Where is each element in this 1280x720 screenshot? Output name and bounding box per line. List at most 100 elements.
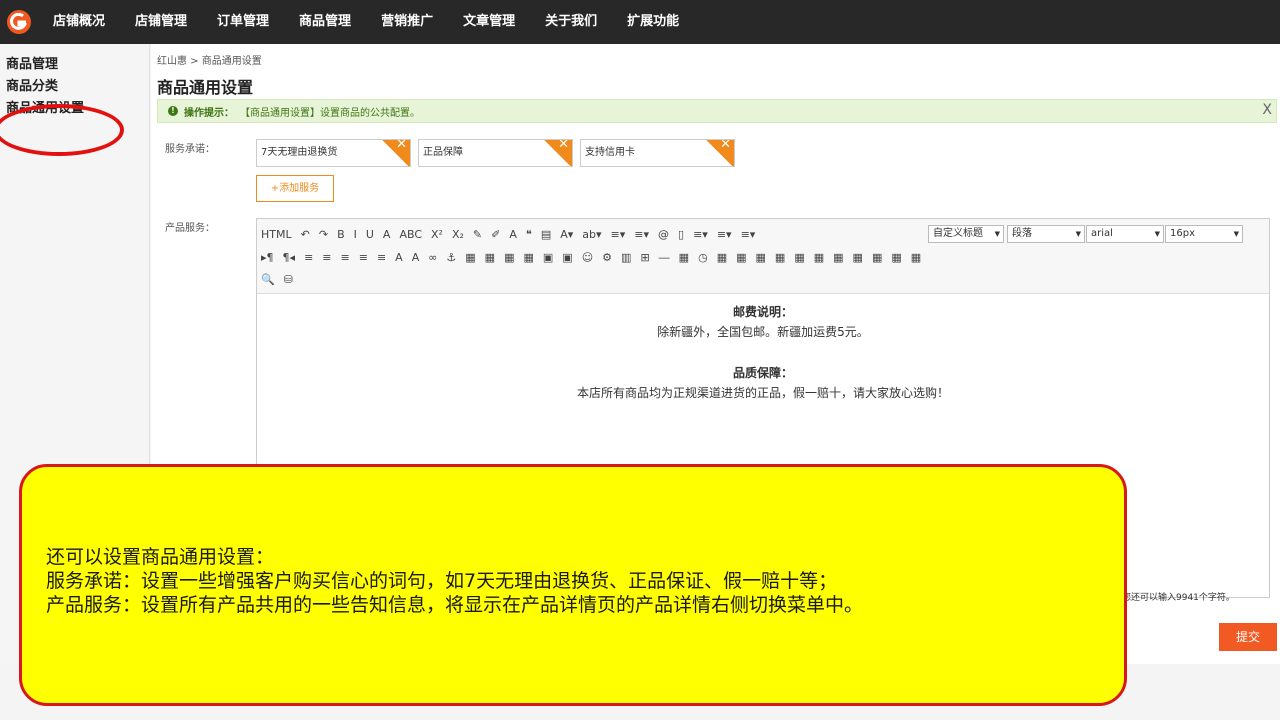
content-paragraph: 本店所有商品均为正规渠道进货的正品，假一赔十，请大家放心选购！ xyxy=(576,386,949,400)
add-service-button[interactable]: +添加服务 xyxy=(256,175,334,202)
toolbar-button[interactable]: ― xyxy=(659,251,670,264)
toolbar-button[interactable]: ↷ xyxy=(319,228,328,241)
tip-text: 【商品通用设置】设置商品的公共配置。 xyxy=(240,107,420,119)
nav-order-manage[interactable]: 订单管理 xyxy=(202,0,284,44)
top-nav: 店铺概况 店铺管理 订单管理 商品管理 营销推广 文章管理 关于我们 扩展功能 xyxy=(0,0,1280,44)
breadcrumb: 红山惠 > 商品通用设置 xyxy=(157,56,262,67)
logo-icon xyxy=(7,10,31,34)
toolbar-button[interactable]: 🔍 xyxy=(261,273,275,286)
toolbar-button[interactable]: ✐ xyxy=(491,228,500,241)
toolbar-button[interactable]: ≡▾ xyxy=(741,228,756,241)
content-heading: 品质保障： xyxy=(732,366,793,380)
toolbar-button[interactable]: ▦ xyxy=(814,251,824,264)
toolbar-button[interactable]: A xyxy=(509,228,517,241)
toolbar-button[interactable]: ▦ xyxy=(833,251,843,264)
font-dropdown[interactable]: arial ▼ xyxy=(1086,225,1164,243)
toolbar-button[interactable]: ab▾ xyxy=(582,228,601,241)
toolbar-button[interactable]: A xyxy=(383,228,391,241)
tip-label: 操作提示： xyxy=(184,107,234,119)
tip-bar: ! 操作提示： 【商品通用设置】设置商品的公共配置。 X xyxy=(157,99,1277,123)
remove-tag-icon[interactable]: ✕ xyxy=(706,140,734,166)
highlight-circle xyxy=(0,104,124,156)
service-tag-text: 正品保障 xyxy=(423,147,463,158)
editor-content[interactable]: 邮费说明： 除新疆外，全国包邮。新疆加运费5元。 品质保障： 本店所有商品均为正规渠道… xyxy=(257,302,1269,403)
service-label: 服务承诺： xyxy=(165,144,215,155)
font-size-dropdown[interactable]: 16px ▼ xyxy=(1165,225,1243,243)
logo[interactable] xyxy=(0,0,38,44)
nav-extensions[interactable]: 扩展功能 xyxy=(612,0,694,44)
toolbar-button[interactable]: @ xyxy=(658,228,669,241)
toolbar-button[interactable]: ▦ xyxy=(736,251,746,264)
toolbar-button[interactable]: ✎ xyxy=(473,228,482,241)
toolbar-button[interactable]: ≡▾ xyxy=(693,228,708,241)
paragraph-dropdown[interactable]: 段落 ▼ xyxy=(1007,225,1085,243)
toolbar-button[interactable]: I xyxy=(354,228,357,241)
toolbar-button[interactable]: X₂ xyxy=(452,228,464,241)
sidebar-item-product-category[interactable]: 商品分类 xyxy=(0,76,149,98)
remove-tag-icon[interactable]: ✕ xyxy=(382,140,410,166)
nav-product-manage[interactable]: 商品管理 xyxy=(284,0,366,44)
toolbar-button[interactable]: ▤ xyxy=(541,228,551,241)
toolbar-button[interactable]: ☺ xyxy=(582,251,593,264)
toolbar-button[interactable]: ▦ xyxy=(853,251,863,264)
service-tag[interactable]: 7天无理由退换货 ✕ xyxy=(256,139,411,167)
toolbar-button[interactable]: ▣ xyxy=(543,251,553,264)
service-tag[interactable]: 正品保障 ✕ xyxy=(418,139,573,167)
toolbar-button[interactable]: ≡ xyxy=(322,251,331,264)
toolbar-button[interactable]: ▦ xyxy=(485,251,495,264)
char-count: 您还可以输入9941个字符。 xyxy=(1122,593,1235,603)
toolbar-button[interactable]: ▦ xyxy=(756,251,766,264)
submit-button[interactable]: 提交 xyxy=(1219,623,1277,651)
toolbar-button[interactable]: ▦ xyxy=(523,251,533,264)
close-icon[interactable]: X xyxy=(1262,102,1272,118)
toolbar-button[interactable]: ABC xyxy=(399,228,422,241)
toolbar-button[interactable]: ≡▾ xyxy=(717,228,732,241)
sidebar-item-product-manage[interactable]: 商品管理 xyxy=(0,54,149,76)
toolbar-button[interactable]: ≡▾ xyxy=(611,228,626,241)
toolbar-button[interactable]: X² xyxy=(431,228,443,241)
callout-line: 产品服务：设置所有产品共用的一些告知信息，将显示在产品详情页的产品详情右侧切换菜… xyxy=(46,594,864,616)
heading-dropdown[interactable]: 自定义标题 ▼ xyxy=(928,225,1004,243)
toolbar-button[interactable]: ≡ xyxy=(359,251,368,264)
toolbar-button[interactable]: ▣ xyxy=(562,251,572,264)
toolbar-button[interactable]: A▾ xyxy=(560,228,573,241)
toolbar-button[interactable]: ▥ xyxy=(621,251,631,264)
toolbar-button[interactable]: ▸¶ xyxy=(261,251,274,264)
nav-store-overview[interactable]: 店铺概况 xyxy=(38,0,120,44)
toolbar-button[interactable]: ▦ xyxy=(794,251,804,264)
toolbar-button[interactable]: ▯ xyxy=(678,228,684,241)
toolbar-button[interactable]: ▦ xyxy=(717,251,727,264)
toolbar-button[interactable]: ∞ xyxy=(428,251,437,264)
toolbar-button[interactable]: ▦ xyxy=(872,251,882,264)
toolbar-button[interactable]: ⊞ xyxy=(640,251,649,264)
toolbar-button[interactable]: ⛁ xyxy=(284,273,293,286)
toolbar-button[interactable]: ▦ xyxy=(679,251,689,264)
toolbar-button[interactable]: ▦ xyxy=(891,251,901,264)
service-tag-text: 7天无理由退换货 xyxy=(261,147,338,158)
toolbar-button[interactable]: ❝ xyxy=(526,228,532,241)
toolbar-button[interactable]: ≡ xyxy=(304,251,313,264)
toolbar-button[interactable]: A xyxy=(412,251,420,264)
toolbar-button[interactable]: B xyxy=(337,228,345,241)
toolbar-button[interactable]: ≡ xyxy=(377,251,386,264)
toolbar-button[interactable]: ⚓ xyxy=(446,251,456,264)
toolbar-button[interactable]: ◷ xyxy=(698,251,708,264)
toolbar-button[interactable]: ▦ xyxy=(465,251,475,264)
nav-store-manage[interactable]: 店铺管理 xyxy=(120,0,202,44)
toolbar-button[interactable]: A xyxy=(395,251,403,264)
nav-marketing[interactable]: 营销推广 xyxy=(366,0,448,44)
toolbar-button[interactable]: ≡▾ xyxy=(634,228,649,241)
toolbar-button[interactable]: ▦ xyxy=(911,251,921,264)
toolbar-button[interactable]: HTML xyxy=(261,228,292,241)
remove-tag-icon[interactable]: ✕ xyxy=(544,140,572,166)
toolbar-button[interactable]: ▦ xyxy=(504,251,514,264)
toolbar-button[interactable]: ↶ xyxy=(301,228,310,241)
toolbar-button[interactable]: ¶◂ xyxy=(283,251,296,264)
toolbar-button[interactable]: ▦ xyxy=(775,251,785,264)
nav-article-manage[interactable]: 文章管理 xyxy=(448,0,530,44)
toolbar-button[interactable]: ⚙ xyxy=(602,251,612,264)
nav-about-us[interactable]: 关于我们 xyxy=(530,0,612,44)
toolbar-button[interactable]: U xyxy=(366,228,374,241)
toolbar-button[interactable]: ≡ xyxy=(341,251,350,264)
service-tag[interactable]: 支持信用卡 ✕ xyxy=(580,139,735,167)
